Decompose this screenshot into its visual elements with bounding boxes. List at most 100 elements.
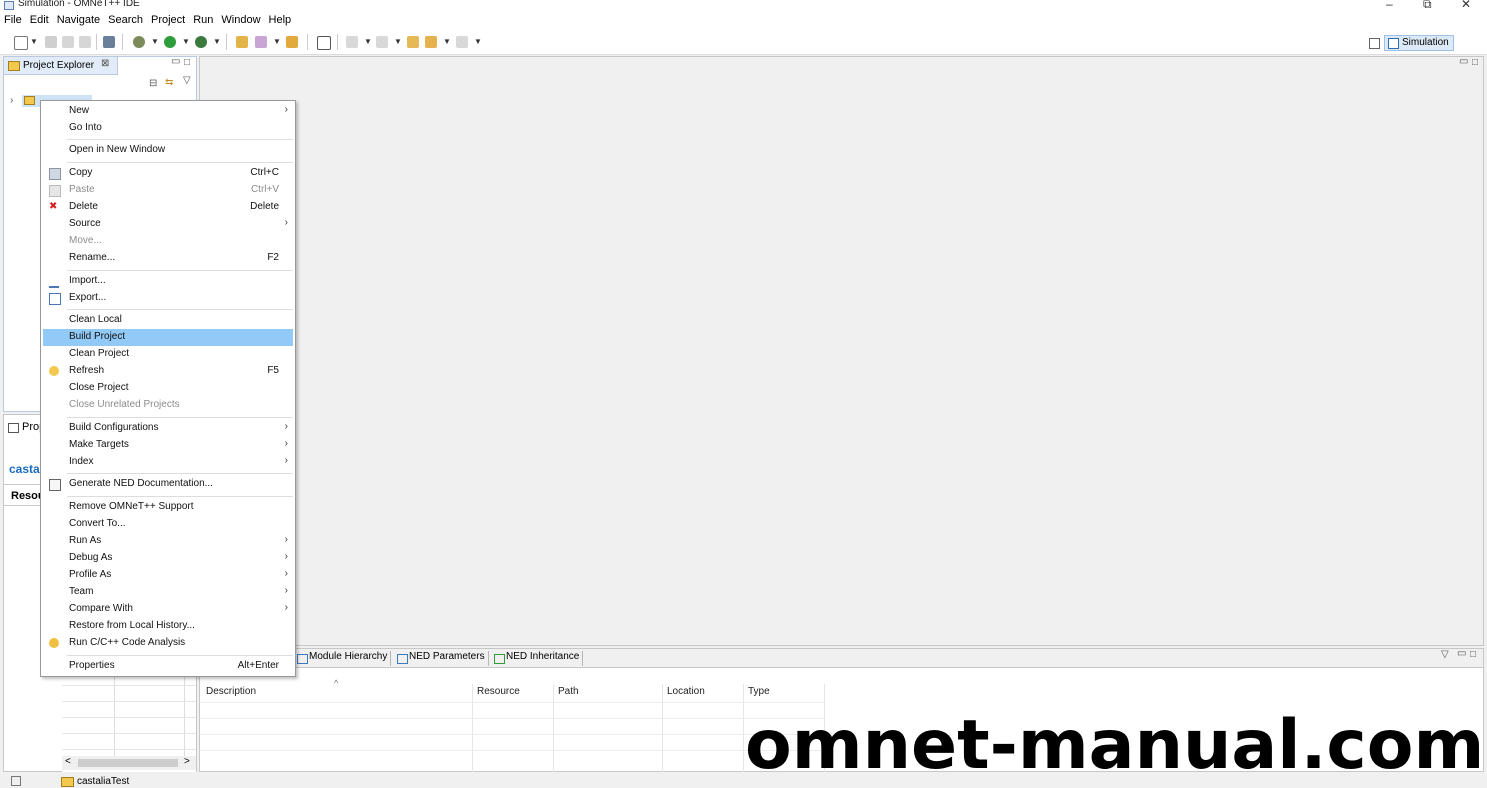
dropdown-arrow-icon[interactable]: ▼ (364, 37, 372, 46)
open-folder-icon[interactable] (236, 36, 248, 48)
menu-item-label: Build Project (69, 331, 126, 342)
menu-item-restore-from-local-history[interactable]: Restore from Local History... (43, 618, 293, 635)
menu-item-make-targets[interactable]: Make Targets › (43, 437, 293, 454)
menu-item-import[interactable]: Import... (43, 273, 293, 290)
save-all-icon[interactable] (62, 36, 74, 48)
minimize-icon[interactable]: ▭ (1457, 648, 1466, 659)
save-icon[interactable] (45, 36, 57, 48)
grid-line (62, 749, 196, 750)
menu-item-close-project[interactable]: Close Project (43, 380, 293, 397)
restore-button[interactable]: ⧉ (1423, 0, 1432, 12)
menu-item-refresh[interactable]: Refresh F5 (43, 363, 293, 380)
tree-expand-icon[interactable]: › (10, 95, 13, 106)
menu-item-run-c-c-code-analysis[interactable]: Run C/C++ Code Analysis (43, 635, 293, 652)
dropdown-arrow-icon[interactable]: ▼ (474, 37, 482, 46)
menu-item-build-configurations[interactable]: Build Configurations › (43, 420, 293, 437)
menu-item-delete[interactable]: ✖ Delete Delete (43, 199, 293, 216)
menu-item-go-into[interactable]: Go Into (43, 120, 293, 137)
menu-search[interactable]: Search (104, 12, 147, 26)
tab-ned-parameters[interactable]: NED Parameters (395, 651, 489, 666)
next-annotation-icon[interactable] (346, 36, 358, 48)
tab-module-hierarchy[interactable]: Module Hierarchy (295, 651, 392, 666)
run-icon[interactable] (164, 36, 176, 48)
tab-project-explorer[interactable]: Project Explorer ⊠ (4, 57, 118, 75)
menu-project[interactable]: Project (147, 12, 189, 26)
menu-item-generate-ned-documentation[interactable]: Generate NED Documentation... (43, 476, 293, 493)
back-icon[interactable] (425, 36, 437, 48)
menu-item-move[interactable]: Move... (43, 233, 293, 250)
menu-item-compare-with[interactable]: Compare With › (43, 601, 293, 618)
column-path[interactable]: Path (558, 686, 579, 697)
menu-item-open-in-new-window[interactable]: Open in New Window (43, 142, 293, 159)
menu-help[interactable]: Help (265, 12, 296, 26)
menu-item-convert-to[interactable]: Convert To... (43, 516, 293, 533)
tab-ned-inheritance[interactable]: NED Inheritance (492, 651, 584, 666)
scroll-left-icon[interactable]: < (65, 756, 71, 767)
maximize-icon[interactable]: □ (1470, 649, 1476, 660)
close-button[interactable]: ✕ (1461, 0, 1471, 11)
menu-item-paste[interactable]: Paste Ctrl+V (43, 182, 293, 199)
prev-annotation-icon[interactable] (376, 36, 388, 48)
forward-icon[interactable] (456, 36, 468, 48)
build-icon[interactable] (103, 36, 115, 48)
view-menu-icon[interactable]: ▽ (1441, 649, 1449, 660)
new-icon[interactable] (14, 36, 28, 50)
debug-icon[interactable] (133, 36, 145, 48)
menu-run[interactable]: Run (189, 12, 217, 26)
edit-icon[interactable] (317, 36, 331, 50)
scrollbar-thumb[interactable] (78, 759, 178, 767)
menu-file[interactable]: File (0, 12, 26, 26)
maximize-icon[interactable]: □ (1472, 57, 1478, 68)
collapse-all-icon[interactable]: ⊟ (149, 78, 157, 89)
menu-item-profile-as[interactable]: Profile As › (43, 567, 293, 584)
editor-area: ▭ □ (199, 56, 1484, 646)
close-icon[interactable]: ⊠ (101, 58, 109, 69)
view-menu-icon[interactable]: ▽ (183, 75, 191, 86)
menu-item-debug-as[interactable]: Debug As › (43, 550, 293, 567)
column-type[interactable]: Type (748, 686, 770, 697)
link-editor-icon[interactable]: ⇆ (165, 77, 173, 88)
dropdown-arrow-icon[interactable]: ▼ (394, 37, 402, 46)
menu-item-copy[interactable]: Copy Ctrl+C (43, 165, 293, 182)
refresh-icon (49, 366, 59, 376)
minimize-button[interactable]: – (1386, 0, 1393, 11)
project-folder-icon (24, 96, 35, 105)
menu-item-clean-local[interactable]: Clean Local (43, 312, 293, 329)
horizontal-scrollbar[interactable]: < > (62, 756, 196, 770)
menu-item-team[interactable]: Team › (43, 584, 293, 601)
menu-item-new[interactable]: New › (43, 103, 293, 120)
dropdown-arrow-icon[interactable]: ▼ (151, 37, 159, 46)
menu-item-export[interactable]: Export... (43, 290, 293, 307)
column-location[interactable]: Location (667, 686, 705, 697)
maximize-icon[interactable]: □ (184, 57, 190, 68)
minimize-icon[interactable]: ▭ (171, 56, 180, 67)
dropdown-arrow-icon[interactable]: ▼ (182, 37, 190, 46)
menu-item-run-as[interactable]: Run As › (43, 533, 293, 550)
open-perspective-icon[interactable] (1369, 38, 1380, 49)
open-project-icon[interactable] (286, 36, 298, 48)
menu-item-index[interactable]: Index › (43, 454, 293, 471)
column-description[interactable]: Description (206, 686, 256, 697)
menu-item-source[interactable]: Source › (43, 216, 293, 233)
last-edit-icon[interactable] (407, 36, 419, 48)
dropdown-arrow-icon[interactable]: ▼ (273, 37, 281, 46)
menu-item-remove-omnet-support[interactable]: Remove OMNeT++ Support (43, 499, 293, 516)
menu-navigate[interactable]: Navigate (53, 12, 104, 26)
menu-window[interactable]: Window (217, 12, 264, 26)
print-icon[interactable] (79, 36, 91, 48)
menu-item-properties[interactable]: Properties Alt+Enter (43, 658, 293, 675)
menu-item-build-project[interactable]: Build Project (43, 329, 293, 346)
menu-item-rename[interactable]: Rename... F2 (43, 250, 293, 267)
perspective-simulation-button[interactable]: Simulation (1384, 35, 1454, 51)
wand-icon[interactable] (255, 36, 267, 48)
menu-item-close-unrelated-projects[interactable]: Close Unrelated Projects (43, 397, 293, 414)
dropdown-arrow-icon[interactable]: ▼ (443, 37, 451, 46)
scroll-right-icon[interactable]: > (184, 756, 190, 767)
column-resource[interactable]: Resource (477, 686, 520, 697)
profile-icon[interactable] (195, 36, 207, 48)
dropdown-arrow-icon[interactable]: ▼ (213, 37, 221, 46)
menu-item-clean-project[interactable]: Clean Project (43, 346, 293, 363)
menu-edit[interactable]: Edit (26, 12, 53, 26)
minimize-icon[interactable]: ▭ (1459, 56, 1468, 67)
dropdown-arrow-icon[interactable]: ▼ (30, 37, 38, 46)
